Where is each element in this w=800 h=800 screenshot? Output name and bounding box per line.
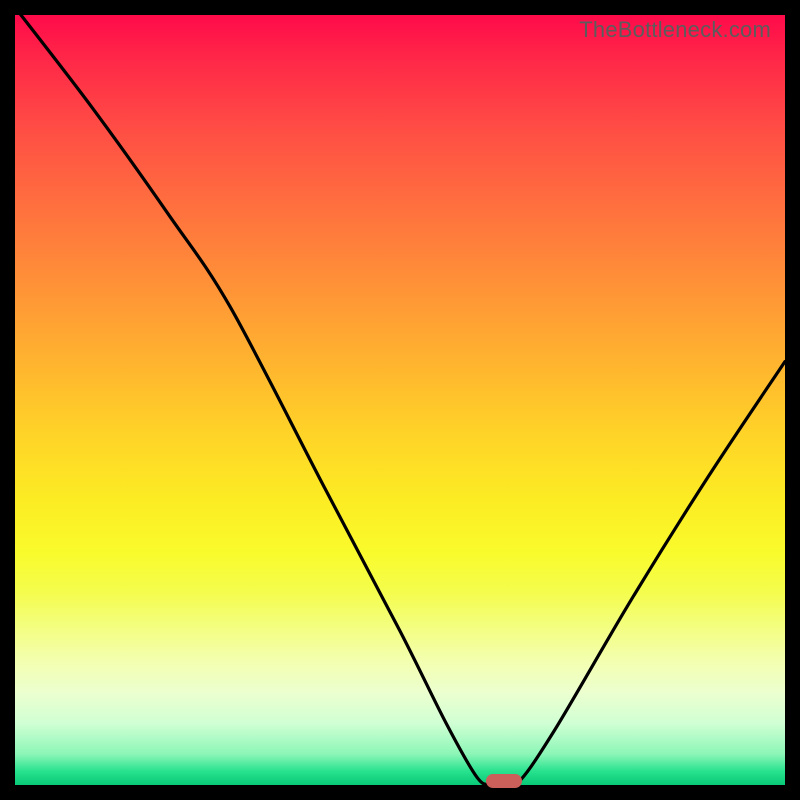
bottleneck-curve (15, 15, 785, 785)
plot-area: TheBottleneck.com (15, 15, 785, 785)
optimum-marker (486, 774, 522, 788)
watermark-text: TheBottleneck.com (579, 17, 771, 43)
chart-frame: TheBottleneck.com (0, 0, 800, 800)
curve-layer (15, 15, 785, 785)
